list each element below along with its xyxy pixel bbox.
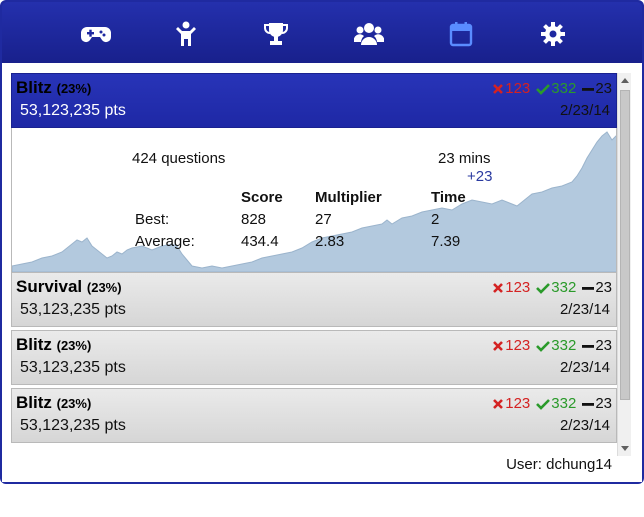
mode-label: Blitz (23%) xyxy=(16,78,92,97)
average-time: 7.39 xyxy=(431,233,461,250)
percent-label: (23%) xyxy=(56,81,92,96)
cross-icon xyxy=(493,282,504,293)
gamepad-icon[interactable] xyxy=(81,20,111,48)
percent-label: (23%) xyxy=(56,338,92,353)
mode-label: Blitz (23%) xyxy=(16,335,92,354)
check-icon xyxy=(536,340,551,352)
right-count: 332 xyxy=(536,279,576,296)
best-score: 828 xyxy=(241,211,267,228)
scroll-up-icon[interactable] xyxy=(621,78,629,83)
check-icon xyxy=(536,398,551,410)
stats: 123 332 23 xyxy=(492,279,612,296)
points-label: 53,123,235 pts xyxy=(20,301,126,318)
average-label: Average: xyxy=(135,233,195,250)
minus-icon xyxy=(582,402,595,406)
header-multiplier: Multiplier xyxy=(315,189,382,206)
tie-count: 23 xyxy=(582,395,612,412)
right-count: 332 xyxy=(536,80,576,97)
toolbar xyxy=(2,2,642,63)
tie-count: 23 xyxy=(582,337,612,354)
cross-icon xyxy=(493,83,504,94)
check-icon xyxy=(536,282,551,294)
scrollbar-thumb[interactable] xyxy=(620,90,630,400)
stats: 123 332 23 xyxy=(492,395,612,412)
date-label: 2/23/14 xyxy=(559,102,610,119)
cross-icon xyxy=(493,398,504,409)
score-row[interactable]: Survival (23%) 53,123,235 pts 123 332 23… xyxy=(11,272,617,327)
score-row[interactable]: Blitz (23%) 53,123,235 pts 123 332 23 2/… xyxy=(11,330,617,385)
mode-label: Blitz (23%) xyxy=(16,393,92,412)
trophy-icon[interactable] xyxy=(261,20,291,48)
minus-icon xyxy=(582,344,595,348)
score-list: Blitz (23%) 53,123,235 pts 123 332 23 2/… xyxy=(11,73,619,517)
score-row[interactable]: Blitz (23%) 53,123,235 pts 123 332 23 2/… xyxy=(11,388,617,443)
percent-label: (23%) xyxy=(86,280,122,295)
date-label: 2/23/14 xyxy=(559,417,610,434)
scrollbar[interactable] xyxy=(617,73,631,456)
header-time: Time xyxy=(431,189,466,206)
question-count: 424 questions xyxy=(132,150,226,167)
average-score: 434.4 xyxy=(241,233,279,250)
mode-label: Survival (23%) xyxy=(16,277,122,296)
user-label: User: dchung14 xyxy=(506,456,612,473)
best-time: 2 xyxy=(431,211,440,228)
person-icon[interactable] xyxy=(171,20,201,48)
detail-panel: 424 questions 23 mins +23 Score Multipli… xyxy=(11,128,617,272)
wrong-count: 123 xyxy=(492,337,530,354)
scroll-down-icon[interactable] xyxy=(621,446,629,451)
group-icon[interactable] xyxy=(354,20,384,48)
percent-label: (23%) xyxy=(56,396,92,411)
right-count: 332 xyxy=(536,337,576,354)
wrong-count: 123 xyxy=(492,80,530,97)
gear-icon[interactable] xyxy=(538,20,568,48)
check-icon xyxy=(536,83,551,95)
right-count: 332 xyxy=(536,395,576,412)
delta-label: +23 xyxy=(467,168,493,185)
date-label: 2/23/14 xyxy=(559,359,610,376)
stats: 123 332 23 xyxy=(492,337,612,354)
date-label: 2/23/14 xyxy=(559,301,610,318)
best-label: Best: xyxy=(135,211,170,228)
average-multiplier: 2.83 xyxy=(315,233,345,250)
minus-icon xyxy=(582,286,595,290)
tie-count: 23 xyxy=(582,80,612,97)
stats: 123 332 23 xyxy=(492,80,612,97)
points-label: 53,123,235 pts xyxy=(20,102,126,119)
points-label: 53,123,235 pts xyxy=(20,359,126,376)
wrong-count: 123 xyxy=(492,279,530,296)
calendar-icon[interactable] xyxy=(446,20,476,48)
header-score: Score xyxy=(241,189,283,206)
minus-icon xyxy=(582,87,595,91)
cross-icon xyxy=(493,340,504,351)
minutes-label: 23 mins xyxy=(438,150,491,167)
tie-count: 23 xyxy=(582,279,612,296)
best-multiplier: 27 xyxy=(315,211,332,228)
points-label: 53,123,235 pts xyxy=(20,417,126,434)
content-area: Blitz (23%) 53,123,235 pts 123 332 23 2/… xyxy=(2,63,642,482)
score-row[interactable]: Blitz (23%) 53,123,235 pts 123 332 23 2/… xyxy=(11,73,617,128)
app-frame: Blitz (23%) 53,123,235 pts 123 332 23 2/… xyxy=(0,0,644,484)
wrong-count: 123 xyxy=(492,395,530,412)
